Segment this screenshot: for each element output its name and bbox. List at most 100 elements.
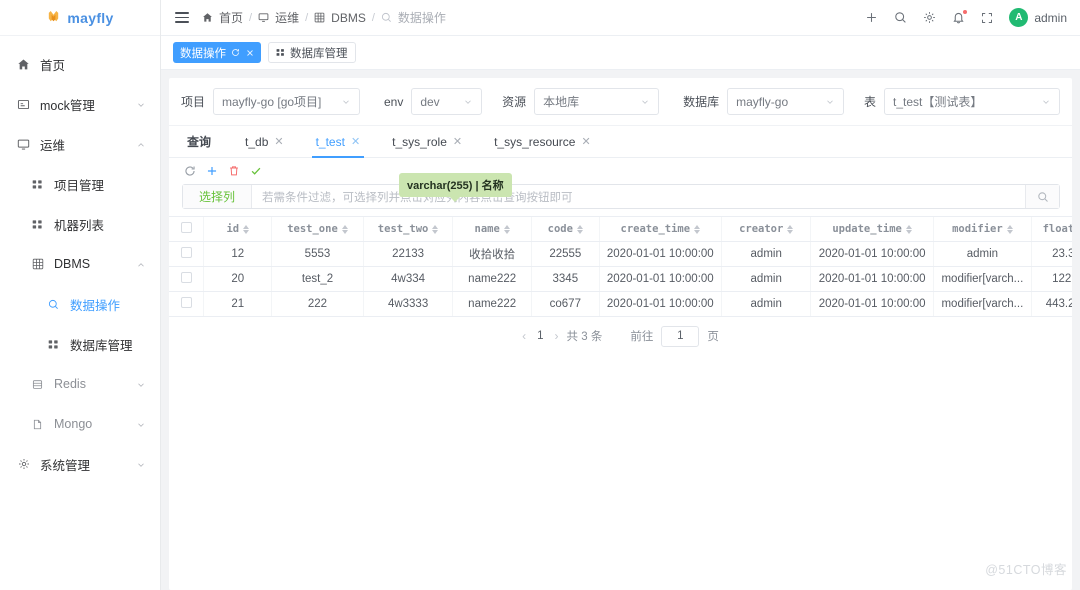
breadcrumb-label: 首页 — [219, 9, 243, 26]
filter-label: 数据库 — [683, 93, 719, 110]
column-label: float_t — [1043, 223, 1072, 235]
sort-icon[interactable] — [787, 225, 793, 234]
filter-env: env dev — [384, 88, 482, 115]
column-header-creator[interactable]: creator — [721, 217, 811, 242]
table-row[interactable]: 20 test_2 4w334 name222 3345 2020-01-01 … — [169, 267, 1072, 292]
sort-icon[interactable] — [504, 225, 510, 234]
column-label: name — [475, 223, 500, 235]
cell-test-one: 222 — [272, 292, 364, 317]
close-icon[interactable]: ✕ — [581, 135, 590, 148]
sidebar-item-ops[interactable]: 运维 — [0, 124, 160, 164]
sidebar-label: DBMS — [54, 257, 136, 271]
database-select[interactable]: mayfly-go — [727, 88, 844, 115]
table-select[interactable]: t_test【测试表】 — [884, 88, 1060, 115]
project-select[interactable]: mayfly-go [go项目] — [213, 88, 360, 115]
brand-logo[interactable]: mayfly — [0, 0, 160, 36]
cell-test-two: 22133 — [363, 242, 453, 267]
plus-icon[interactable] — [864, 11, 878, 25]
page-number-1[interactable]: 1 — [534, 330, 546, 342]
column-header-code[interactable]: code — [531, 217, 599, 242]
sidebar-item-database-management[interactable]: 数据库管理 — [0, 324, 160, 364]
row-checkbox[interactable] — [181, 272, 192, 283]
sidebar-item-redis[interactable]: Redis — [0, 364, 160, 404]
hamburger-icon[interactable] — [175, 12, 189, 23]
column-header-id[interactable]: id — [204, 217, 272, 242]
check-icon[interactable] — [249, 164, 262, 177]
column-label: test_two — [378, 223, 429, 235]
sort-icon[interactable] — [243, 225, 249, 234]
env-select[interactable]: dev — [411, 88, 482, 115]
sidebar-item-system-management[interactable]: 系统管理 — [0, 444, 160, 484]
data-grid: id test_one test_two name code create_ti… — [169, 216, 1072, 317]
chevron-down-icon — [136, 419, 146, 429]
chevron-down-icon — [632, 97, 650, 107]
search-icon[interactable] — [893, 11, 907, 25]
filter-search-bar: 选择列 若需条件过滤，可选择列并点击对应列内容点击查询按钮即可 varchar(… — [182, 184, 1060, 209]
next-page-button[interactable]: › — [555, 329, 559, 343]
sidebar-item-mongo[interactable]: Mongo — [0, 404, 160, 444]
sort-icon[interactable] — [1007, 225, 1013, 234]
sort-icon[interactable] — [577, 225, 583, 234]
table-tab-t-sys-role[interactable]: t_sys_role ✕ — [376, 126, 478, 157]
sidebar-item-project-management[interactable]: 项目管理 — [0, 164, 160, 204]
table-row[interactable]: 21 222 4w3333 name222 co677 2020-01-01 1… — [169, 292, 1072, 317]
cell-code: 3345 — [531, 267, 599, 292]
fullscreen-icon[interactable] — [980, 11, 994, 25]
search-input[interactable]: 若需条件过滤，可选择列并点击对应列内容点击查询按钮即可 — [252, 185, 1025, 208]
gear-icon[interactable] — [922, 11, 936, 25]
goto-page-input[interactable] — [661, 326, 699, 347]
table-tab-t-db[interactable]: t_db ✕ — [229, 126, 300, 157]
chevron-up-icon — [136, 259, 146, 269]
breadcrumb-item-dbms[interactable]: DBMS — [314, 11, 366, 25]
page-tab-data-operation[interactable]: 数据操作 — [173, 42, 261, 63]
breadcrumb-label: 数据操作 — [398, 9, 446, 26]
chevron-down-icon — [455, 97, 473, 107]
resource-select[interactable]: 本地库 — [534, 88, 659, 115]
close-icon[interactable] — [245, 48, 254, 57]
close-icon[interactable]: ✕ — [274, 135, 283, 148]
prev-page-button[interactable]: ‹ — [522, 329, 526, 343]
select-columns-button[interactable]: 选择列 — [183, 185, 252, 208]
sidebar-label: mock管理 — [40, 95, 136, 114]
sort-icon[interactable] — [906, 225, 912, 234]
column-header-create-time[interactable]: create_time — [599, 217, 721, 242]
refresh-icon[interactable] — [231, 48, 240, 57]
sort-icon[interactable] — [694, 225, 700, 234]
sidebar-item-dbms[interactable]: DBMS — [0, 244, 160, 284]
sidebar-item-machine-list[interactable]: 机器列表 — [0, 204, 160, 244]
row-checkbox[interactable] — [181, 297, 192, 308]
column-header-test-one[interactable]: test_one — [272, 217, 364, 242]
close-icon[interactable]: ✕ — [453, 135, 462, 148]
sidebar-item-home[interactable]: 首页 — [0, 44, 160, 84]
close-icon[interactable]: ✕ — [351, 135, 360, 148]
column-header-modifier[interactable]: modifier — [933, 217, 1031, 242]
sort-icon[interactable] — [342, 225, 348, 234]
bell-icon[interactable] — [951, 11, 965, 25]
table-tab-query[interactable]: 查询 — [181, 126, 229, 157]
page-tab-database-management[interactable]: 数据库管理 — [268, 42, 356, 63]
column-header-test-two[interactable]: test_two — [363, 217, 453, 242]
table-row[interactable]: 12 5553 22133 收拾收拾 22555 2020-01-01 10:0… — [169, 242, 1072, 267]
watermark: @51CTO博客 — [985, 559, 1067, 578]
row-checkbox[interactable] — [181, 247, 192, 258]
column-header-update-time[interactable]: update_time — [811, 217, 933, 242]
breadcrumb-item-home[interactable]: 首页 — [202, 9, 243, 26]
table-tabs: 查询 t_db ✕ t_test ✕ t_sys_role ✕ — [169, 126, 1072, 158]
refresh-icon[interactable] — [183, 164, 196, 177]
trash-icon[interactable] — [227, 164, 240, 177]
search-button[interactable] — [1025, 185, 1059, 208]
table-tab-t-test[interactable]: t_test ✕ — [300, 126, 377, 157]
plus-icon[interactable] — [205, 164, 218, 177]
sidebar-item-mock[interactable]: mock管理 — [0, 84, 160, 124]
select-all-checkbox[interactable] — [181, 222, 192, 233]
breadcrumb-label: DBMS — [331, 11, 366, 25]
column-header-name[interactable]: name — [453, 217, 532, 242]
user-menu[interactable]: A admin — [1009, 8, 1067, 27]
column-header-float-t[interactable]: float_t — [1032, 217, 1072, 242]
cell-creator: admin — [721, 242, 811, 267]
cell-float-t: 122.32 — [1032, 267, 1072, 292]
sidebar-item-data-operation[interactable]: 数据操作 — [0, 284, 160, 324]
breadcrumb-item-ops[interactable]: 运维 — [258, 9, 299, 26]
sort-icon[interactable] — [432, 225, 438, 234]
table-tab-t-sys-resource[interactable]: t_sys_resource ✕ — [478, 126, 607, 157]
